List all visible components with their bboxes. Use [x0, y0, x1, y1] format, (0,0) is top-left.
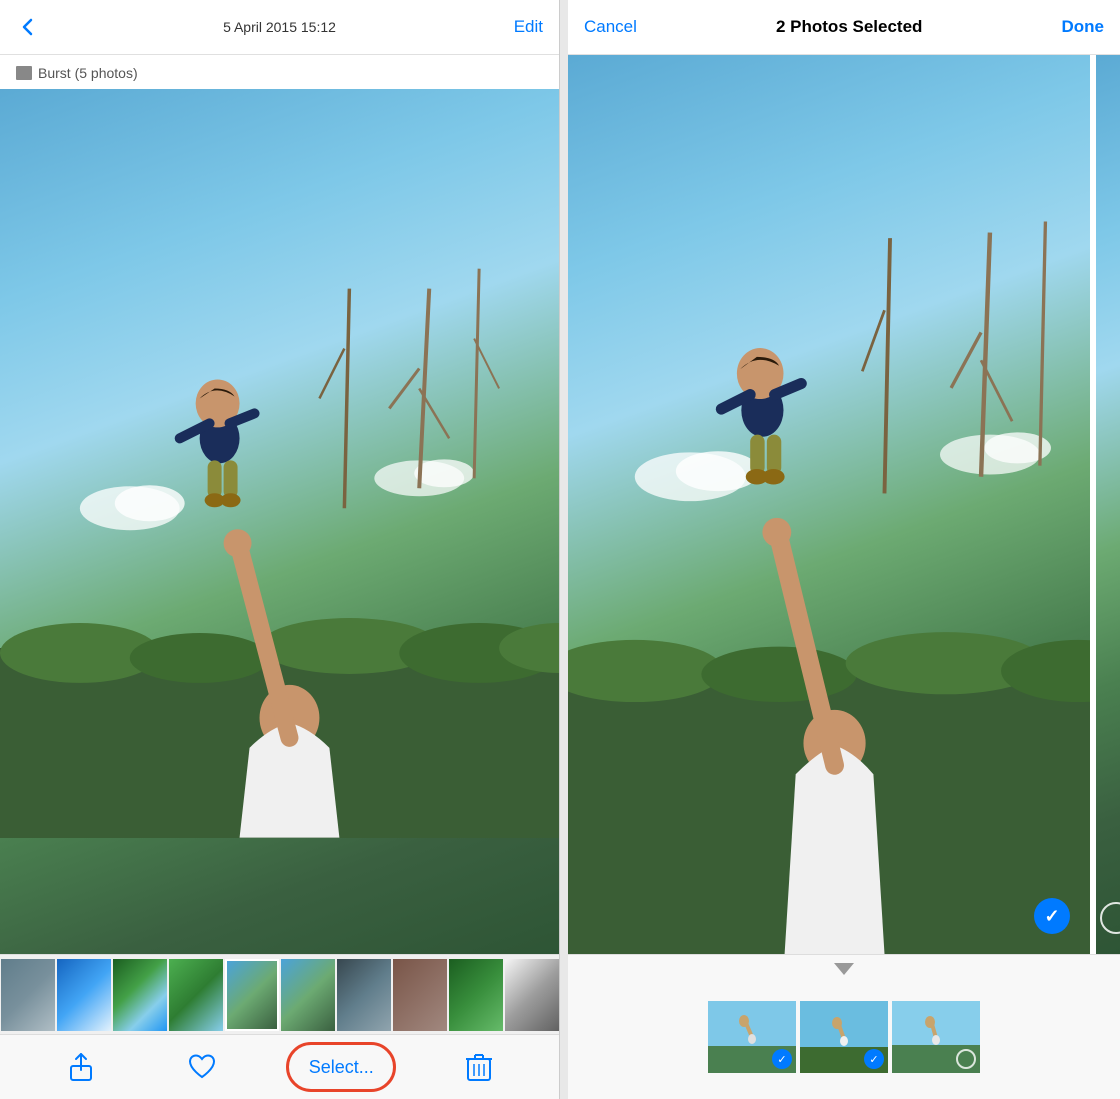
thumbnail-9[interactable] — [449, 959, 503, 1031]
thumbnail-1[interactable] — [1, 959, 55, 1031]
back-button[interactable] — [16, 15, 40, 39]
right-thumb-check-1: ✓ — [772, 1049, 792, 1069]
thumbnail-5[interactable] — [225, 959, 279, 1031]
main-photo — [0, 89, 559, 954]
burst-icon — [16, 66, 32, 80]
bottom-toolbar: Select... — [0, 1034, 559, 1099]
right-thumbnails: ✓ ✓ — [692, 975, 996, 1099]
thumbnail-8[interactable] — [393, 959, 447, 1031]
right-panel: Cancel 2 Photos Selected Done — [568, 0, 1120, 1099]
right-thumb-2[interactable]: ✓ — [800, 1001, 888, 1073]
thumbnail-2[interactable] — [57, 959, 111, 1031]
photos-selected-title: 2 Photos Selected — [776, 17, 922, 37]
right-thumb-3[interactable] — [892, 1001, 980, 1073]
cancel-button[interactable]: Cancel — [584, 17, 637, 37]
right-partial-photo — [1090, 55, 1120, 954]
right-thumb-check-2: ✓ — [864, 1049, 884, 1069]
edit-button[interactable]: Edit — [514, 17, 543, 37]
thumbnail-7[interactable] — [337, 959, 391, 1031]
left-header: 5 April 2015 15:12 Edit — [0, 0, 559, 55]
thumbnail-strip — [0, 954, 559, 1034]
right-header: Cancel 2 Photos Selected Done — [568, 0, 1120, 55]
share-button[interactable] — [66, 1052, 96, 1082]
left-panel: 5 April 2015 15:12 Edit Burst (5 photos) — [0, 0, 560, 1099]
right-thumb-empty-3 — [956, 1049, 976, 1069]
thumbnail-4[interactable] — [169, 959, 223, 1031]
delete-button[interactable] — [465, 1052, 493, 1082]
right-thumb-1[interactable]: ✓ — [708, 1001, 796, 1073]
main-photo-area[interactable] — [0, 89, 559, 954]
share-icon — [66, 1052, 96, 1082]
panel-divider — [560, 0, 568, 1099]
thumbnail-6[interactable] — [281, 959, 335, 1031]
selection-indicator-right[interactable]: ✓ — [1034, 898, 1070, 934]
select-button[interactable]: Select... — [309, 1057, 374, 1078]
heart-icon — [187, 1052, 217, 1082]
right-main-photo[interactable]: ✓ — [568, 55, 1090, 954]
thumbnail-3[interactable] — [113, 959, 167, 1031]
right-photo-area: ✓ — [568, 55, 1120, 954]
done-button[interactable]: Done — [1061, 17, 1104, 37]
select-button-wrapper: Select... — [309, 1057, 374, 1078]
thumbnail-10[interactable] — [505, 959, 559, 1031]
trash-icon — [465, 1052, 493, 1082]
selection-indicator-empty — [1100, 902, 1120, 934]
header-date: 5 April 2015 15:12 — [223, 19, 336, 35]
right-bottom-area: ✓ ✓ — [568, 954, 1120, 1099]
burst-text: Burst (5 photos) — [38, 65, 138, 81]
checkmark-icon: ✓ — [1044, 906, 1059, 927]
heart-button[interactable] — [187, 1052, 217, 1082]
triangle-indicator — [834, 963, 854, 975]
burst-label: Burst (5 photos) — [0, 55, 559, 89]
